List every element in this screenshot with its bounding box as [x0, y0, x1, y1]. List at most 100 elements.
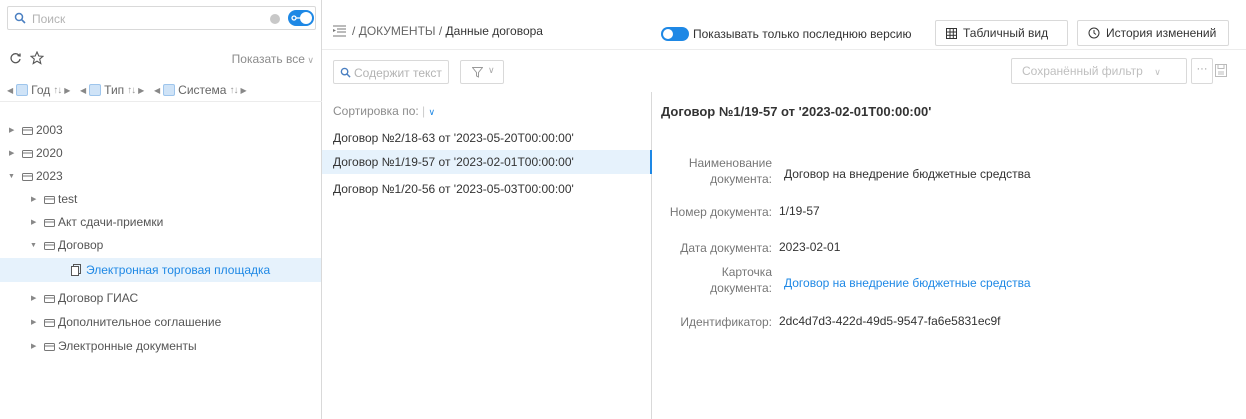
sort-by-control[interactable]: Сортировка по: | ∨ [333, 104, 435, 118]
document-list-item[interactable]: Договор №2/18-63 от '2023-05-20T00:00:00… [322, 126, 652, 150]
tree-node-label: Акт сдачи-приемки [58, 215, 164, 229]
field-label-date: Дата документа: [680, 241, 772, 255]
field-value-name: Договор на внедрение бюджетные средства [784, 167, 1031, 181]
move-left-icon[interactable]: ◀ [154, 86, 160, 95]
tree-node-test[interactable]: ▶ test [0, 187, 321, 211]
document-title: Договор №1/20-56 от '2023-05-03T00:00:00… [333, 182, 574, 196]
field-value-number: 1/19-57 [779, 204, 820, 218]
history-label: История изменений [1106, 26, 1217, 40]
save-filter-icon[interactable] [1215, 64, 1227, 77]
chevron-down-icon[interactable]: ∨ [429, 107, 436, 117]
chip-checkbox[interactable] [16, 84, 29, 96]
clock-icon [1088, 27, 1100, 39]
folder-icon [22, 127, 33, 135]
breadcrumb-root[interactable]: ДОКУМЕНТЫ [359, 24, 436, 38]
field-label-line: документа: [710, 172, 772, 186]
field-label-line: документа: [710, 281, 772, 295]
tree-node-contract-gias[interactable]: ▶ Договор ГИАС [0, 286, 321, 310]
breadcrumb-current: Данные договора [445, 24, 543, 38]
tree-search-placeholder: Поиск [32, 12, 66, 26]
toggle-knob [663, 29, 673, 39]
tree-node-electronic-documents[interactable]: ▶ Электронные документы [0, 334, 321, 358]
tree-node-e-trading-platform[interactable]: Электронная торговая площадка [0, 258, 321, 282]
clear-icon[interactable] [270, 14, 280, 24]
tree-node-label: Дополнительное соглашение [58, 315, 222, 329]
tree-node-label: test [58, 192, 78, 206]
folder-icon [44, 319, 55, 327]
toggle-knob [300, 12, 312, 24]
sort-order-icon[interactable]: ↑↓ [229, 85, 238, 96]
sort-chips-row: ◀ Год ↑↓ ▶ ◀ Тип ↑↓ ▶ ◀ Система ↑↓ ▶ [0, 76, 322, 102]
move-right-icon[interactable]: ▶ [138, 86, 144, 95]
show-all-label: Показать все [231, 52, 305, 66]
field-value-card-link[interactable]: Договор на внедрение бюджетные средства [784, 276, 1031, 290]
tree-node-label: Договор [58, 238, 104, 252]
sort-chip-year[interactable]: ◀ Год ↑↓ ▶ [7, 82, 70, 98]
refresh-icon[interactable] [9, 52, 22, 65]
latest-version-toggle[interactable] [661, 27, 689, 41]
tree-node-2020[interactable]: ▶ 2020 [0, 141, 321, 165]
text-filter-input[interactable]: Содержит текст [333, 60, 449, 84]
folder-icon [22, 173, 33, 181]
tree-node-label: 2023 [36, 169, 63, 183]
table-view-button[interactable]: Табличный вид [935, 20, 1068, 46]
chip-checkbox[interactable] [163, 84, 176, 96]
sort-chip-type[interactable]: ◀ Тип ↑↓ ▶ [80, 82, 144, 98]
chevron-down-icon: ∨ [1154, 67, 1161, 77]
tree-node-label: 2003 [36, 123, 63, 137]
key-search-toggle[interactable] [288, 10, 314, 26]
document-list-item[interactable]: Договор №1/20-56 от '2023-05-03T00:00:00… [322, 177, 652, 201]
expand-icon[interactable]: ▶ [31, 342, 36, 350]
search-icon [14, 12, 26, 24]
document-list-item-selected[interactable]: Договор №1/19-57 от '2023-02-01T00:00:00… [322, 150, 652, 174]
sort-chip-label: Система [178, 83, 227, 97]
breadcrumb-separator: / [438, 24, 443, 38]
expand-icon[interactable]: ▶ [31, 218, 36, 226]
folder-icon [44, 242, 55, 250]
field-value-date: 2023-02-01 [779, 240, 841, 254]
tree-node-2003[interactable]: ▶ 2003 [0, 118, 321, 142]
field-label-line: Карточка [721, 265, 772, 279]
move-right-icon[interactable]: ▶ [240, 86, 246, 95]
table-icon [946, 27, 957, 39]
saved-filter-label: Сохранённый фильтр [1022, 64, 1143, 78]
collapse-icon[interactable]: ▼ [8, 173, 15, 180]
collapse-icon[interactable]: ▼ [30, 242, 37, 249]
filter-dropdown[interactable]: ∨ [460, 60, 504, 84]
sort-order-icon[interactable]: ↑↓ [53, 85, 62, 96]
tree-node-label: Договор ГИАС [58, 291, 139, 305]
tree-toolbar: Показать все ∨ [0, 46, 322, 70]
chevron-down-icon: ∨ [488, 65, 495, 75]
expand-icon[interactable]: ▶ [31, 195, 36, 203]
expand-icon[interactable]: ▶ [31, 294, 36, 302]
document-icon [71, 264, 81, 276]
tree-node-contract[interactable]: ▼ Договор [0, 233, 321, 257]
move-right-icon[interactable]: ▶ [64, 86, 70, 95]
sort-chip-label: Тип [104, 83, 125, 97]
tree-node-supplementary-agreement[interactable]: ▶ Дополнительное соглашение [0, 310, 321, 334]
more-button[interactable]: ··· [1191, 58, 1213, 84]
move-left-icon[interactable]: ◀ [7, 86, 13, 95]
move-left-icon[interactable]: ◀ [80, 86, 86, 95]
field-label-number: Номер документа: [669, 205, 772, 219]
history-button[interactable]: История изменений [1077, 20, 1229, 46]
saved-filter-select[interactable]: Сохранённый фильтр ∨ [1011, 58, 1187, 84]
star-icon[interactable] [30, 51, 44, 65]
list-toggle-icon[interactable] [333, 25, 346, 37]
chip-checkbox[interactable] [89, 84, 102, 96]
sort-chip-label: Год [31, 83, 51, 97]
search-icon [340, 67, 351, 78]
expand-icon[interactable]: ▶ [31, 318, 36, 326]
expand-icon[interactable]: ▶ [9, 126, 14, 134]
sort-chip-system[interactable]: ◀ Система ↑↓ ▶ [154, 82, 247, 98]
field-label-card: Карточка документа: [660, 264, 772, 296]
tree-search-input[interactable]: Поиск [7, 6, 316, 30]
tree-node-acceptance-act[interactable]: ▶ Акт сдачи-приемки [0, 210, 321, 234]
expand-icon[interactable]: ▶ [9, 149, 14, 157]
folder-icon [44, 196, 55, 204]
tree-node-2023[interactable]: ▼ 2023 [0, 164, 321, 188]
tree-node-label: Электронные документы [58, 339, 197, 353]
show-all-dropdown[interactable]: Показать все ∨ [232, 52, 314, 66]
sort-by-label: Сортировка по: [333, 104, 419, 118]
sort-order-icon[interactable]: ↑↓ [127, 85, 136, 96]
